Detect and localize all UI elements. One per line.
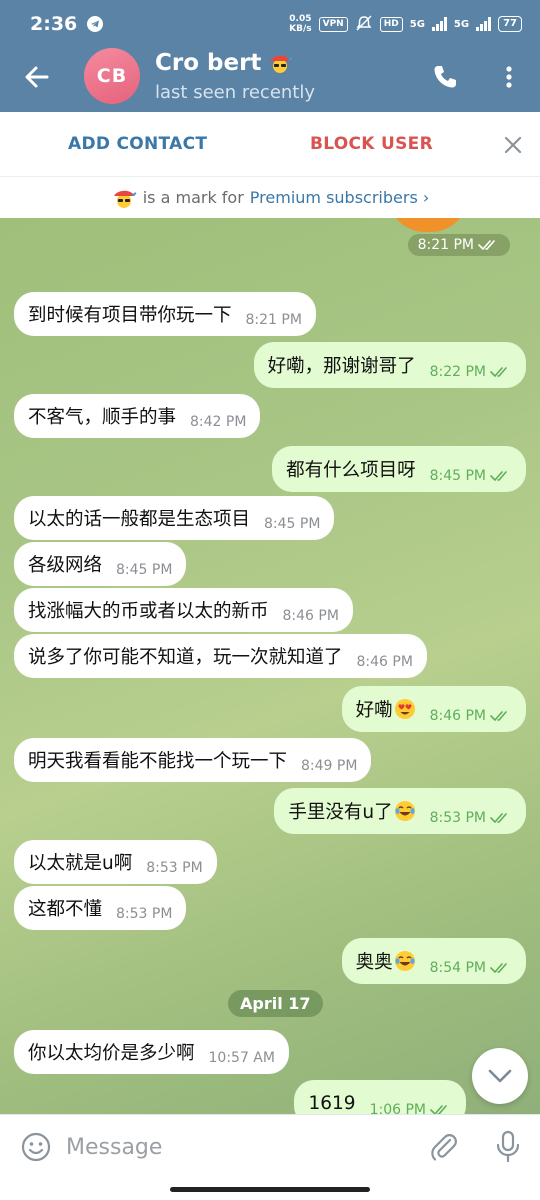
- message-bubble-incoming[interactable]: 各级网络 8:45 PM: [14, 542, 187, 586]
- contact-action-bar: ADD CONTACT BLOCK USER: [0, 112, 540, 176]
- hd-icon: HD: [379, 16, 403, 32]
- chat-header: CB Cro bert last seen recently: [0, 48, 540, 112]
- signal-bars-icon: [431, 17, 447, 31]
- premium-subscribers-link[interactable]: Premium subscribers ›: [250, 188, 429, 207]
- tears-of-joy-emoji-icon: [394, 801, 415, 821]
- read-ticks-icon: [490, 963, 507, 973]
- message-bubble-incoming[interactable]: 你以太均价是多少啊 10:57 AM: [14, 1030, 289, 1074]
- message-bubble-incoming[interactable]: 这都不懂 8:53 PM: [14, 886, 187, 930]
- signal-5g-label-1: 5G: [409, 18, 425, 30]
- network-speed: 0.05 KB/s: [289, 14, 312, 34]
- message-bubble-incoming[interactable]: 明天我看看能不能找一个玩一下 8:49 PM: [14, 738, 372, 782]
- call-icon[interactable]: [430, 62, 460, 92]
- vpn-icon: VPN: [318, 16, 348, 32]
- read-ticks-icon: [490, 471, 507, 481]
- telegram-notification-icon: [87, 16, 104, 32]
- premium-note-text: is a mark for: [142, 188, 244, 207]
- more-menu-icon[interactable]: [494, 62, 524, 92]
- emoji-icon[interactable]: [20, 1131, 52, 1163]
- signal-5g-label-2: 5G: [453, 18, 470, 30]
- scroll-down-button[interactable]: [472, 1048, 528, 1104]
- message-time-chip: 8:21 PM: [407, 234, 510, 256]
- status-time: 2:36: [30, 13, 78, 35]
- read-ticks-icon: [490, 813, 507, 823]
- microphone-icon[interactable]: [494, 1130, 522, 1164]
- message-bubble-outgoing[interactable]: 1619 1:06 PM: [294, 1080, 466, 1114]
- status-bar: 2:36 0.05 KB/s VPN HD 5G 5G 77: [0, 0, 540, 48]
- premium-mark-note: is a mark for Premium subscribers ›: [0, 176, 540, 218]
- last-seen-status: last seen recently: [155, 82, 316, 103]
- message-bubble-outgoing[interactable]: 奥奥 8:54 PM: [341, 938, 526, 984]
- sticker-partial: [386, 218, 470, 232]
- read-ticks-icon: [490, 711, 507, 721]
- close-icon[interactable]: [500, 132, 526, 158]
- chat-messages-area[interactable]: 8:21 PM 到时候有项目带你玩一下 8:21 PM 好嘞，那谢谢哥了 8:2…: [0, 218, 540, 1114]
- message-bubble-outgoing[interactable]: 好嘞 8:46 PM: [341, 686, 526, 732]
- read-ticks-icon: [430, 1105, 447, 1114]
- block-user-button[interactable]: BLOCK USER: [310, 134, 433, 154]
- message-bubble-incoming[interactable]: 不客气，顺手的事 8:42 PM: [14, 394, 261, 438]
- message-bubble-incoming[interactable]: 到时候有项目带你玩一下 8:21 PM: [14, 292, 316, 336]
- tears-of-joy-emoji-icon: [394, 951, 415, 971]
- message-input[interactable]: [66, 1127, 396, 1167]
- premium-emoji-status-icon: [113, 190, 137, 208]
- message-composer: [0, 1114, 540, 1178]
- message-bubble-incoming[interactable]: 说多了你可能不知道，玩一次就知道了 8:46 PM: [14, 634, 427, 678]
- message-bubble-incoming[interactable]: 以太的话一般都是生态项目 8:45 PM: [14, 496, 335, 540]
- message-bubble-outgoing[interactable]: 都有什么项目呀 8:45 PM: [272, 446, 526, 492]
- read-ticks-icon: [478, 240, 495, 250]
- contact-name-row[interactable]: Cro bert: [155, 50, 293, 76]
- attach-icon[interactable]: [428, 1131, 460, 1163]
- read-ticks-icon: [490, 367, 507, 377]
- message-bubble-incoming[interactable]: 找涨幅大的币或者以太的新币 8:46 PM: [14, 588, 353, 632]
- message-bubble-outgoing[interactable]: 好嘞，那谢谢哥了 8:22 PM: [253, 342, 526, 388]
- home-gesture-handle[interactable]: [170, 1187, 370, 1192]
- heart-eyes-emoji-icon: [394, 699, 415, 719]
- date-divider: April 17: [228, 990, 323, 1017]
- back-arrow-icon[interactable]: [22, 62, 52, 92]
- mute-icon: [355, 14, 373, 34]
- message-bubble-incoming[interactable]: 以太就是u啊 8:53 PM: [14, 840, 217, 884]
- system-nav-bar: [0, 1178, 540, 1200]
- premium-emoji-status-icon: [270, 55, 293, 73]
- contact-name: Cro bert: [155, 50, 262, 76]
- battery-icon: 77: [498, 16, 522, 32]
- signal-bars-icon-2: [476, 17, 492, 31]
- avatar[interactable]: CB: [84, 48, 140, 104]
- chevron-down-icon: [488, 1069, 512, 1083]
- add-contact-button[interactable]: ADD CONTACT: [68, 134, 207, 154]
- message-bubble-outgoing[interactable]: 手里没有u了 8:53 PM: [274, 788, 526, 834]
